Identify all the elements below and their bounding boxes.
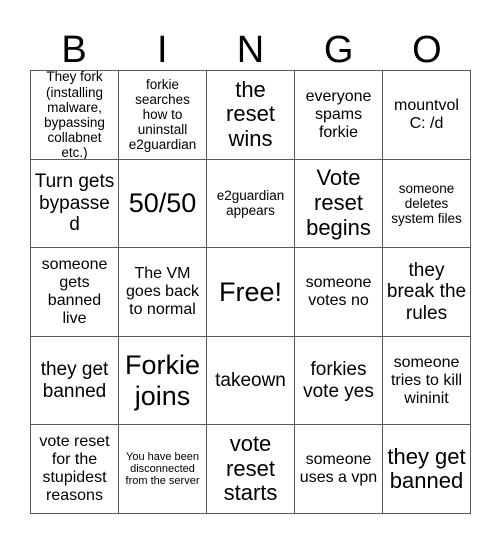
bingo-cell-label: someone votes no: [305, 274, 372, 309]
bingo-cell[interactable]: vote reset starts: [207, 425, 295, 514]
bingo-cell[interactable]: You have been disconnected from the serv…: [119, 425, 207, 514]
bingo-cell[interactable]: someone uses a vpn: [295, 425, 383, 514]
bingo-cell[interactable]: the reset wins: [207, 71, 295, 160]
bingo-cell[interactable]: 50/50: [119, 159, 207, 249]
bingo-cell-label: 50/50: [128, 188, 197, 219]
bingo-cell-label: vote reset for the stupidest reasons: [39, 433, 110, 505]
bingo-header-row: B I N G O: [30, 14, 471, 70]
bingo-cell-label: Forkie joins: [124, 350, 200, 411]
bingo-cell-label: Free!: [218, 276, 283, 307]
bingo-cell-label: someone uses a vpn: [299, 451, 378, 487]
bingo-cell-label: Turn gets bypassed: [34, 171, 115, 236]
bingo-header-letter-o: O: [412, 29, 442, 71]
bingo-cell[interactable]: Turn gets bypassed: [31, 159, 119, 249]
bingo-cell[interactable]: forkie searches how to uninstall e2guard…: [119, 71, 207, 160]
bingo-cell[interactable]: someone votes no: [295, 248, 383, 337]
bingo-cell[interactable]: they get banned: [31, 336, 119, 426]
bingo-cell[interactable]: someone tries to kill wininit: [383, 336, 471, 426]
bingo-grid: They fork (installing malware, bypassing…: [30, 70, 471, 514]
bingo-header-letter-g: G: [323, 29, 354, 71]
bingo-cell[interactable]: mountvol C: /d: [383, 71, 471, 160]
bingo-cell-label: takeown: [215, 369, 286, 391]
bingo-cell-label: someone deletes system files: [391, 180, 462, 226]
bingo-cell-label: someone gets banned live: [41, 256, 108, 327]
bingo-cell[interactable]: everyone spams forkie: [295, 71, 383, 160]
bingo-header-letter-n: N: [236, 29, 265, 71]
bingo-cell[interactable]: Free!: [207, 248, 295, 337]
bingo-cell-label: e2guardian appears: [216, 188, 285, 219]
bingo-cell[interactable]: someone gets banned live: [31, 248, 119, 337]
bingo-cell-label: Vote reset begins: [306, 165, 371, 240]
bingo-cell-label: they break the rules: [386, 260, 467, 324]
bingo-cell[interactable]: someone deletes system files: [383, 159, 471, 249]
bingo-header-letter-b: B: [61, 29, 87, 71]
bingo-cell[interactable]: Vote reset begins: [295, 159, 383, 249]
bingo-cell-label: the reset wins: [226, 76, 275, 152]
bingo-cell[interactable]: The VM goes back to normal: [119, 248, 207, 337]
bingo-cell[interactable]: e2guardian appears: [207, 159, 295, 249]
bingo-cell[interactable]: vote reset for the stupidest reasons: [31, 425, 119, 514]
bingo-cell-label: forkies vote yes: [303, 359, 374, 402]
bingo-card: B I N G O They fork (installing malware,…: [30, 14, 471, 514]
bingo-cell[interactable]: They fork (installing malware, bypassing…: [31, 71, 119, 160]
bingo-cell-label: someone tries to kill wininit: [390, 353, 463, 407]
bingo-cell-label: The VM goes back to normal: [126, 265, 199, 318]
bingo-cell[interactable]: takeown: [207, 336, 295, 426]
bingo-cell-label: forkie searches how to uninstall e2guard…: [128, 77, 197, 153]
bingo-cell[interactable]: forkies vote yes: [295, 336, 383, 426]
bingo-cell[interactable]: they get banned: [383, 425, 471, 514]
bingo-cell-label: they get banned: [40, 359, 109, 402]
bingo-header-letter-i: I: [157, 29, 168, 71]
bingo-cell-label: You have been disconnected from the serv…: [125, 450, 200, 488]
bingo-cell[interactable]: they break the rules: [383, 248, 471, 337]
bingo-cell-label: mountvol C: /d: [394, 96, 459, 132]
bingo-cell-label: They fork (installing malware, bypassing…: [44, 71, 105, 160]
bingo-cell-label: vote reset starts: [223, 431, 278, 506]
bingo-cell-label: everyone spams forkie: [305, 87, 372, 141]
bingo-cell[interactable]: Forkie joins: [119, 336, 207, 426]
bingo-cell-label: they get banned: [387, 443, 466, 494]
